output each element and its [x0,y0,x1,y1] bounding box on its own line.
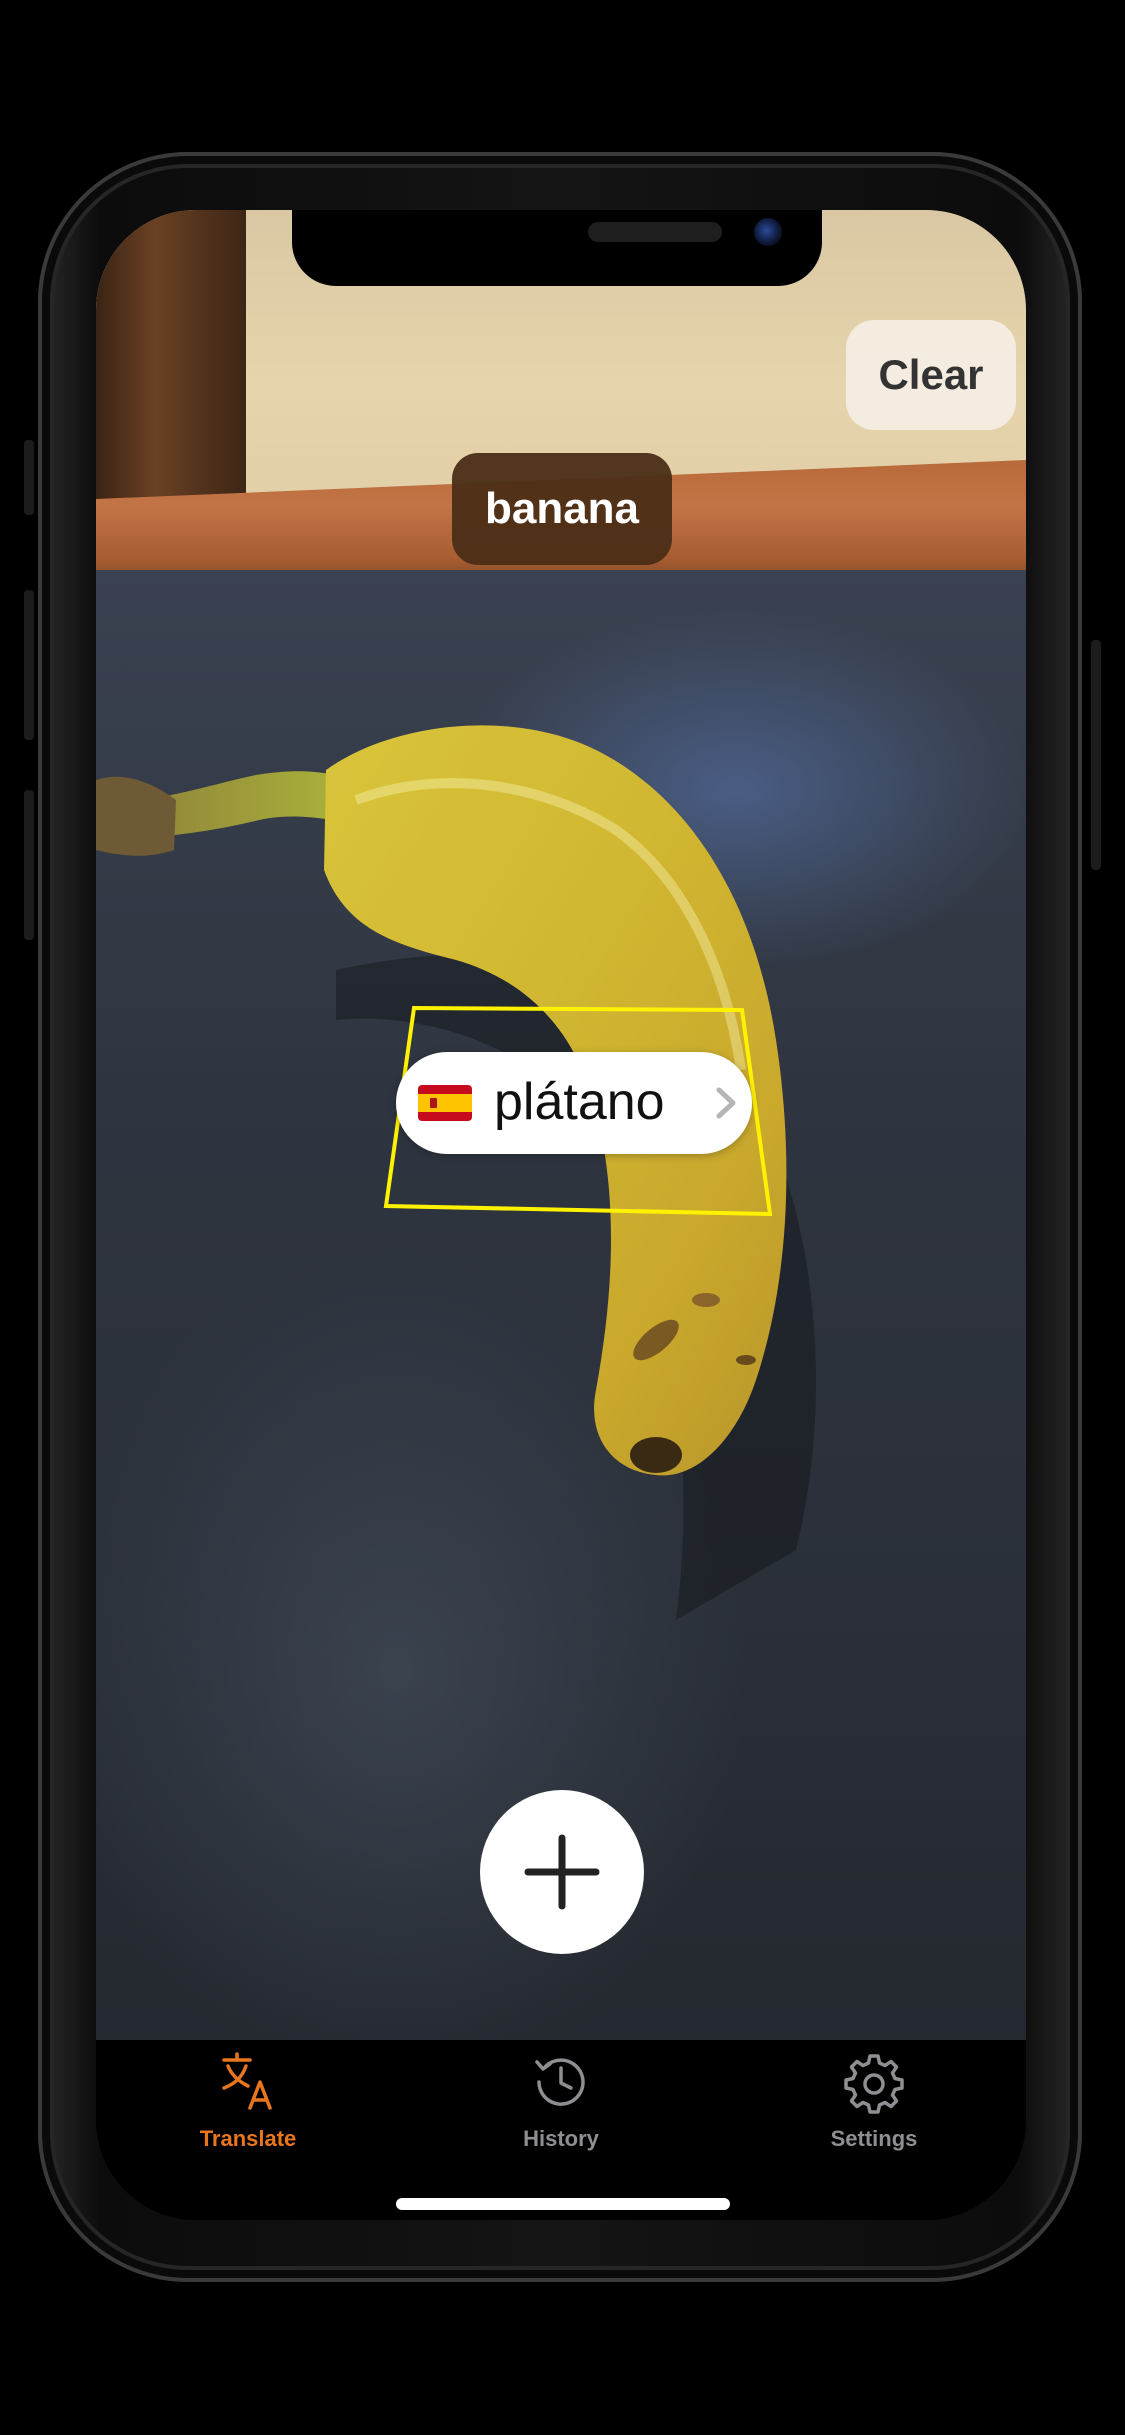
gear-icon [844,2054,904,2114]
volume-down-button [24,790,34,940]
app-screen: banana Clear plátano Translate History S… [96,210,1026,2220]
tab-settings[interactable]: Settings [774,2050,974,2170]
tab-translate-label: Translate [199,2126,297,2151]
chevron-right-icon [716,1087,736,1119]
add-button[interactable] [480,1790,644,1954]
clear-button[interactable]: Clear [846,320,1016,430]
power-button [1091,640,1101,870]
home-indicator[interactable] [396,2198,730,2210]
tab-translate[interactable]: Translate [148,2050,348,2170]
mute-switch [24,440,34,515]
plus-icon [524,1834,600,1910]
speaker-grille [588,222,722,242]
tab-bar: Translate History Settings [96,2040,1026,2220]
clear-button-label: Clear [878,351,984,398]
spain-flag-icon [418,1085,472,1121]
translation-text: plátano [494,1073,665,1131]
tab-history-label: History [523,2126,599,2151]
tab-settings-label: Settings [830,2126,918,2151]
detected-label-chip[interactable]: banana [452,453,672,565]
device-mockup: banana Clear plátano Translate History S… [0,0,1125,2435]
translation-chip[interactable]: plátano [396,1052,752,1154]
tab-history[interactable]: History [461,2050,661,2170]
volume-up-button [24,590,34,740]
detected-label-text: banana [484,484,640,533]
camera-view[interactable]: banana Clear plátano [96,210,1026,2040]
translate-icon [222,2052,272,2110]
device-notch [292,210,822,286]
front-camera [754,218,782,246]
history-clock-icon [535,2058,585,2106]
